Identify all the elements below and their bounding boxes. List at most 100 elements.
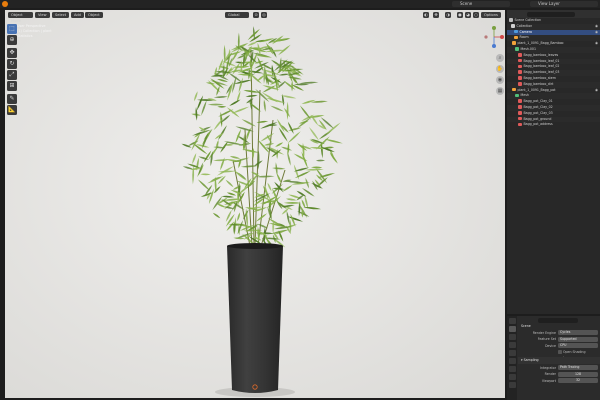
outliner-item-icon — [518, 70, 522, 74]
annotate-tool-icon[interactable]: ✎ — [7, 94, 17, 104]
properties-search-input[interactable] — [538, 318, 578, 323]
outliner-item-label: Bagg_bamboo_stem — [523, 75, 556, 80]
render-samples-field[interactable]: 128 — [558, 371, 598, 377]
outliner-item-label: Room — [519, 35, 529, 40]
osl-checkbox[interactable] — [558, 350, 562, 354]
outliner-item-icon — [518, 116, 522, 121]
object-menu-label: Object — [88, 13, 100, 17]
outliner-tree: Scene Collection Collection ◉ Camera ◉ Room pl… — [507, 18, 600, 128]
pot — [227, 246, 283, 393]
move-tool-icon[interactable]: ✥ — [7, 48, 17, 58]
outliner-item-icon — [518, 76, 522, 80]
view-layer-selector[interactable]: View Layer — [530, 1, 598, 7]
sampling-title: Sampling — [523, 358, 539, 363]
viewport-header: Object Mode View Select Add Object Globa… — [5, 10, 505, 23]
outliner-search-input[interactable] — [527, 11, 575, 17]
view-menu[interactable]: View — [35, 12, 50, 18]
render-tab-icon[interactable] — [508, 326, 516, 332]
add-menu[interactable]: Add — [71, 12, 84, 18]
gizmo-toggle-icon[interactable]: ✥ — [433, 12, 439, 18]
outliner-item-label: plant_1_0091_Bagg_Bamboo — [517, 41, 564, 46]
outliner-item-icon — [511, 24, 515, 28]
outliner-item-icon — [518, 99, 522, 103]
outliner-item-label: Bagg_pot_Clay_01 — [523, 99, 553, 104]
blender-window: Scene View Layer Object Mode View Select… — [0, 0, 600, 400]
overlay-icon[interactable]: ◑ — [445, 12, 451, 18]
visibility-icon[interactable]: ◐ — [423, 12, 429, 18]
scale-tool-icon[interactable]: ⤢ — [7, 70, 17, 80]
world-tab-icon[interactable] — [508, 358, 516, 364]
shading-solid-icon[interactable]: ● — [457, 12, 463, 18]
add-menu-label: Add — [74, 13, 81, 17]
scene-selector[interactable]: Scene — [452, 1, 510, 7]
feature-set-dropdown[interactable]: Supported — [558, 336, 598, 342]
bamboo-plant-render — [5, 10, 505, 398]
view-menu-label: View — [38, 13, 47, 17]
outliner-item-icon — [514, 35, 518, 40]
outliner-item-icon — [514, 29, 518, 34]
shading-rendered-icon[interactable]: ○ — [473, 12, 479, 18]
viewport-samples-field[interactable]: 32 — [558, 378, 598, 384]
snap-icon[interactable]: ⊙ — [253, 12, 259, 18]
output-tab-icon[interactable] — [508, 334, 516, 340]
sampling-section-header[interactable]: ▾ Sampling — [518, 357, 600, 364]
outliner-item-label: Mesh.001 — [520, 46, 537, 51]
transform-orientation-label: Global — [228, 13, 240, 17]
z-axis-icon[interactable] — [492, 44, 496, 48]
outliner-item-icon — [518, 64, 522, 69]
options-dropdown[interactable]: Options — [481, 12, 501, 18]
object-menu[interactable]: Object — [85, 12, 103, 18]
integrator-dropdown[interactable]: Path Tracing — [558, 365, 598, 371]
shading-material-icon[interactable]: ◕ — [465, 12, 471, 18]
texture-tab-icon[interactable] — [508, 382, 516, 388]
outliner-item-label: plant_1_0091_Bagg_pot — [517, 87, 556, 92]
outliner-item-label: Mesh — [520, 93, 529, 98]
perspective-toggle-icon[interactable]: ▦ — [496, 87, 504, 95]
mode-selector[interactable]: Object Mode — [8, 12, 33, 23]
render-engine-dropdown[interactable]: Cycles — [558, 330, 598, 336]
cursor-tool-icon[interactable]: ⊕ — [7, 35, 17, 45]
measure-tool-icon[interactable]: 📐 — [7, 105, 17, 115]
outliner-item-label: Bagg_pot_Clay_03 — [523, 110, 553, 115]
zoom-icon[interactable]: ⌕ — [496, 54, 504, 62]
select-menu[interactable]: Select — [52, 12, 70, 18]
properties-body: Scene Render Engine Cycles Feature Set S… — [518, 316, 600, 400]
top-bar: Scene View Layer — [0, 0, 600, 8]
tool-tab-icon[interactable] — [508, 318, 516, 324]
outliner-item-icon — [518, 122, 522, 127]
device-dropdown[interactable]: CPU — [558, 343, 598, 349]
viewport-nav-buttons: ⌕ ✋ ◉ ▦ — [496, 54, 505, 98]
select-box-tool-icon[interactable]: ⬚ — [7, 24, 17, 34]
camera-view-icon[interactable]: ◉ — [496, 76, 504, 84]
transform-tool-icon[interactable]: ⊞ — [7, 81, 17, 91]
outliner-item-icon — [518, 82, 522, 86]
scene-tab-icon[interactable] — [508, 350, 516, 356]
viewport-samples-row: Viewport 32 — [518, 378, 600, 384]
outliner-item-icon — [509, 18, 513, 22]
blender-logo-icon[interactable] — [2, 1, 8, 7]
outliner-item[interactable]: Bagg_pot_address — [507, 122, 600, 128]
3d-viewport[interactable]: Object Mode View Select Add Object Globa… — [5, 10, 505, 398]
mode-label: Object Mode — [11, 13, 23, 23]
view-layer-tab-icon[interactable] — [508, 342, 516, 348]
outliner-item-label: Bagg_pot_Clay_02 — [523, 104, 553, 109]
object-tab-icon[interactable] — [508, 366, 516, 372]
outliner-item-icon — [518, 111, 522, 115]
outliner-item-label: Collection — [516, 23, 533, 28]
pan-hand-icon[interactable]: ✋ — [496, 65, 504, 73]
outliner-item-label: Bagg_bamboo_leaf_01 — [523, 58, 560, 63]
options-label: Options — [484, 13, 498, 17]
proportional-edit-icon[interactable]: ◎ — [261, 12, 267, 18]
transform-orientation[interactable]: Global — [225, 12, 249, 18]
x-axis-icon[interactable] — [500, 35, 504, 39]
viewport-info-overlay: User Perspective (1) Collection | plant … — [17, 24, 52, 39]
outliner-item-icon — [512, 87, 516, 92]
outliner-item-icon — [518, 58, 522, 63]
y-axis-icon[interactable] — [492, 26, 496, 30]
properties-panel: Scene Render Engine Cycles Feature Set S… — [507, 316, 600, 400]
material-tab-icon[interactable] — [508, 374, 516, 380]
osl-row: Open Shading Language — [518, 349, 600, 360]
rotate-tool-icon[interactable]: ↻ — [7, 59, 17, 69]
outliner-item-label: Bagg_bamboo_leaves — [523, 52, 559, 57]
navigation-gizmo[interactable] — [483, 22, 505, 52]
